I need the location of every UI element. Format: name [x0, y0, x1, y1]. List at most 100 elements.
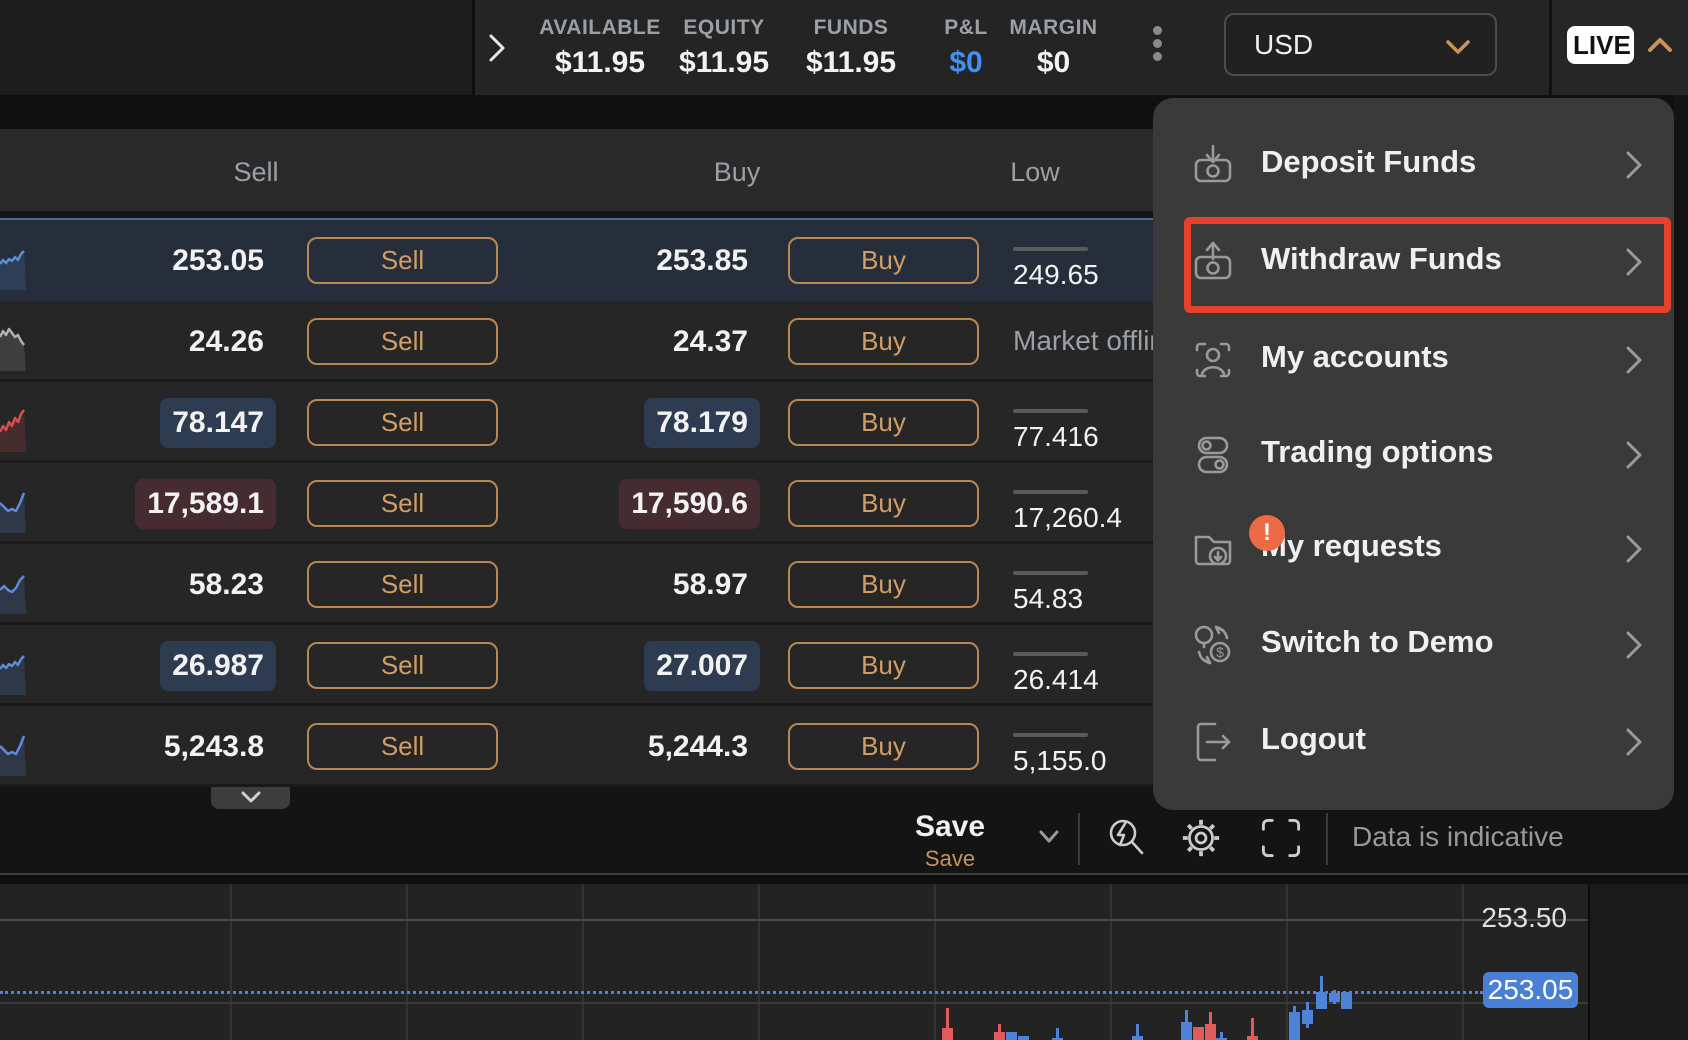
menu-item-my-requests[interactable]: ! My requests — [1153, 501, 1674, 597]
price-axis-label: 253.50 — [1400, 902, 1567, 934]
chevron-right-icon — [1624, 439, 1644, 476]
grid-line — [230, 884, 232, 1040]
price-chart[interactable] — [0, 873, 1688, 1040]
sparkline-icon — [0, 392, 26, 452]
buy-button[interactable]: Buy — [788, 561, 979, 608]
buy-button[interactable]: Buy — [788, 399, 979, 446]
sell-price: 17,589.1 — [56, 463, 276, 544]
sell-button[interactable]: Sell — [307, 318, 498, 365]
background-strip — [1674, 95, 1688, 812]
notification-badge: ! — [1249, 515, 1285, 551]
chevron-up-icon[interactable] — [1644, 34, 1676, 61]
kebab-menu-icon[interactable] — [1146, 22, 1168, 74]
lightning-search-icon[interactable] — [1104, 816, 1148, 860]
grid-line — [1286, 884, 1288, 1040]
save-layout-control[interactable]: Save Save — [880, 810, 1020, 872]
chevron-right-icon — [1624, 246, 1644, 283]
sparkline-icon — [0, 311, 26, 371]
trading-options-icon — [1189, 431, 1237, 479]
current-price-line — [0, 991, 1483, 994]
toolbar-divider — [1078, 813, 1080, 865]
sell-button[interactable]: Sell — [307, 642, 498, 689]
candle-body — [1132, 1036, 1143, 1040]
grid-line — [406, 884, 408, 1040]
currency-value: USD — [1254, 29, 1313, 61]
day-range-bar — [1013, 733, 1088, 737]
menu-item-switch-to-demo[interactable]: $ Switch to Demo — [1153, 597, 1674, 693]
low-value: 249.65 — [1013, 259, 1099, 291]
sell-button[interactable]: Sell — [307, 561, 498, 608]
sell-button[interactable]: Sell — [307, 399, 498, 446]
sell-button[interactable]: Sell — [307, 480, 498, 527]
sparkline-icon — [0, 554, 26, 614]
column-header-sell: Sell — [156, 157, 356, 188]
grid-line — [758, 884, 760, 1040]
sell-price: 5,243.8 — [56, 706, 276, 787]
chevron-right-icon — [1624, 149, 1644, 186]
day-range-bar — [1013, 247, 1088, 251]
menu-item-my-accounts[interactable]: My accounts — [1153, 312, 1674, 408]
buy-button[interactable]: Buy — [788, 237, 979, 284]
chart-plot-area[interactable] — [0, 884, 1588, 1040]
menu-item-label: My requests — [1261, 528, 1442, 564]
candle-body — [1181, 1022, 1192, 1040]
column-header-low: Low — [935, 157, 1135, 188]
buy-button[interactable]: Buy — [788, 723, 979, 770]
candle-body — [1341, 992, 1352, 1009]
low-value: 5,155.0 — [1013, 745, 1106, 777]
chevron-right-icon — [1624, 533, 1644, 570]
buy-button[interactable]: Buy — [788, 318, 979, 365]
gear-icon[interactable] — [1179, 816, 1223, 860]
grid-line — [934, 884, 936, 1040]
save-label: Save — [880, 810, 1020, 844]
buy-button[interactable]: Buy — [788, 480, 979, 527]
currency-select[interactable]: USD — [1224, 13, 1497, 76]
menu-item-label: Withdraw Funds — [1261, 241, 1502, 277]
menu-item-logout[interactable]: Logout — [1153, 694, 1674, 790]
day-range-bar — [1013, 652, 1088, 656]
candle-body — [1193, 1027, 1204, 1040]
menu-item-withdraw-funds[interactable]: Withdraw Funds — [1153, 214, 1674, 310]
menu-item-trading-options[interactable]: Trading options — [1153, 407, 1674, 503]
buy-price: 27.007 — [540, 625, 760, 706]
column-header-buy: Buy — [637, 157, 837, 188]
chevron-down-icon[interactable] — [1036, 828, 1062, 851]
day-range-bar — [1013, 571, 1088, 575]
candle-body — [994, 1032, 1005, 1040]
candle-body — [1289, 1012, 1300, 1040]
chevron-down-icon — [1443, 37, 1473, 57]
sell-button[interactable]: Sell — [307, 723, 498, 770]
demo-swap-icon: $ — [1189, 621, 1237, 669]
live-mode-button[interactable]: LIVE — [1567, 26, 1634, 64]
buy-button[interactable]: Buy — [788, 642, 979, 689]
sell-button[interactable]: Sell — [307, 237, 498, 284]
chevron-right-icon — [1624, 726, 1644, 763]
menu-item-label: Switch to Demo — [1261, 624, 1494, 660]
low-value: 54.83 — [1013, 583, 1083, 615]
buy-price: 5,244.3 — [540, 706, 760, 787]
day-range-bar — [1013, 409, 1088, 413]
grid-line — [582, 884, 584, 1040]
buy-price: 24.37 — [540, 301, 760, 382]
candle-body — [1316, 992, 1327, 1009]
candle-body — [1018, 1036, 1029, 1040]
menu-item-label: Logout — [1261, 721, 1366, 757]
menu-item-deposit-funds[interactable]: Deposit Funds — [1153, 117, 1674, 213]
collapse-watchlist-button[interactable] — [211, 787, 290, 809]
menu-item-label: Trading options — [1261, 434, 1494, 470]
candle-body — [1329, 993, 1340, 1002]
expand-panel-chevron-icon[interactable] — [484, 30, 510, 66]
low-value: 26.414 — [1013, 664, 1099, 696]
stat-margin: MARGIN$0 — [996, 0, 1111, 95]
stat-equity: EQUITY$11.95 — [654, 0, 794, 95]
top-bar-left-panel — [0, 0, 475, 95]
requests-icon: ! — [1189, 525, 1237, 573]
top-bar: AVAILABLE$11.95EQUITY$11.95FUNDS$11.95P&… — [0, 0, 1688, 95]
trading-platform-app: AVAILABLE$11.95EQUITY$11.95FUNDS$11.95P&… — [0, 0, 1688, 1040]
low-value: 77.416 — [1013, 421, 1099, 453]
account-menu-panel: Deposit Funds Withdraw Funds My accounts… — [1153, 98, 1674, 810]
grid-line — [0, 919, 1588, 921]
day-range-bar — [1013, 490, 1088, 494]
chart-price-axis[interactable] — [1588, 884, 1688, 1040]
fullscreen-icon[interactable] — [1259, 816, 1303, 860]
